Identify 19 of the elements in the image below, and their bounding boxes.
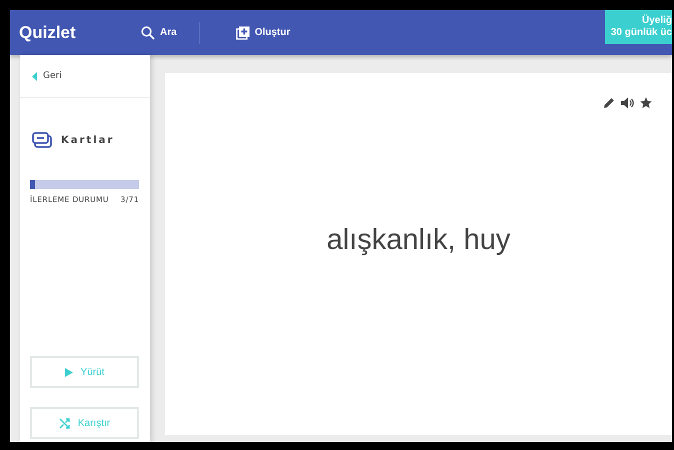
back-link[interactable]: Geri — [20, 55, 150, 97]
card-term: alışkanlık, huy — [326, 224, 512, 257]
logo[interactable]: Quizlet — [19, 22, 141, 42]
caret-left-icon — [32, 72, 37, 80]
search-button[interactable]: Ara — [141, 26, 177, 40]
mode-title: Kartlar — [61, 134, 114, 146]
create-button[interactable]: Oluştur — [236, 26, 290, 40]
cards-icon — [32, 132, 52, 148]
plus-square-icon — [236, 26, 250, 40]
star-icon — [640, 97, 652, 109]
search-icon — [141, 26, 155, 40]
pencil-icon — [603, 97, 615, 109]
shuffle-icon — [58, 418, 70, 428]
speaker-icon — [621, 97, 634, 109]
play-icon — [64, 368, 73, 376]
edit-button[interactable] — [603, 97, 615, 109]
star-button[interactable] — [640, 97, 652, 109]
audio-button[interactable] — [621, 97, 634, 109]
flashcard[interactable]: alışkanlık, huy — [165, 73, 672, 435]
